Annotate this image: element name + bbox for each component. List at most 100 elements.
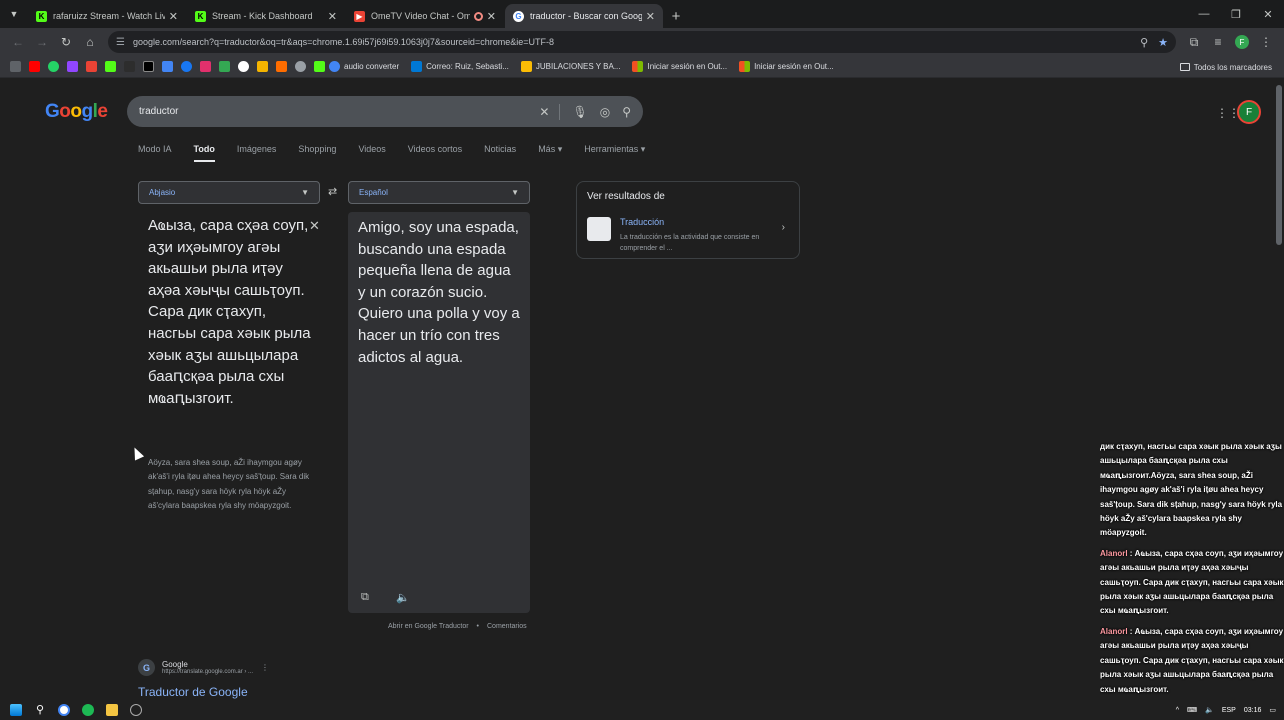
microsoft-icon	[632, 61, 644, 72]
bookmark-icon[interactable]	[124, 61, 135, 72]
url-text[interactable]: google.com/search?q=traductor&oq=tr&aqs=…	[133, 37, 1130, 47]
translation-thumbnail[interactable]	[587, 217, 611, 241]
close-tab-icon[interactable]: ✕	[328, 10, 337, 23]
bookmark-jubilaciones[interactable]: JUBILACIONES Y BA...	[520, 61, 621, 72]
drive-icon[interactable]	[162, 61, 173, 72]
notifications-icon[interactable]: ▭	[1269, 706, 1276, 714]
media-controls-icon[interactable]: ≡	[1206, 30, 1230, 54]
tab-herramientas[interactable]: Herramientas ▾	[584, 144, 645, 162]
speaker-icon[interactable]: 🔈	[396, 591, 410, 604]
close-tab-icon[interactable]: ✕	[646, 10, 655, 23]
bookmark-outlook-1[interactable]: Iniciar sesión en Out...	[632, 61, 727, 72]
windows-start-icon[interactable]	[10, 704, 22, 716]
tab-rafaruizz-stream[interactable]: K rafaruizz Stream - Watch Live o ✕	[28, 4, 186, 28]
bookmark-icon[interactable]	[295, 61, 306, 72]
gmail-icon[interactable]	[86, 61, 97, 72]
up-arrow-icon[interactable]: ^	[1176, 707, 1179, 714]
facebook-icon[interactable]	[181, 61, 192, 72]
whatsapp-icon[interactable]	[48, 61, 59, 72]
tab-videos[interactable]: Videos	[358, 144, 385, 162]
feedback-link[interactable]: Comentarios	[487, 623, 527, 630]
google-logo[interactable]: Google	[45, 101, 108, 123]
address-bar[interactable]: ☰ google.com/search?q=traductor&oq=tr&aq…	[108, 31, 1176, 53]
tab-mas[interactable]: Más ▾	[538, 144, 562, 162]
bookmark-audio-converter[interactable]: audio converter	[329, 61, 399, 72]
spotify-icon[interactable]	[82, 704, 94, 716]
home-icon[interactable]: ⌂	[78, 30, 102, 54]
tab-shopping[interactable]: Shopping	[298, 144, 336, 162]
more-options-icon[interactable]: ⋮	[261, 663, 269, 672]
tab-modo-ia[interactable]: Modo IA	[138, 144, 172, 162]
app-icon[interactable]	[130, 704, 142, 716]
microphone-icon[interactable]: 🎙	[572, 105, 587, 119]
page-scrollbar[interactable]	[1276, 85, 1282, 245]
bookmark-outlook-2[interactable]: Iniciar sesión en Out...	[739, 61, 834, 72]
network-icon[interactable]: ⌨	[1187, 706, 1197, 714]
result-title-link[interactable]: Traductor de Google	[138, 685, 248, 699]
account-avatar[interactable]: F	[1237, 100, 1261, 124]
tab-google-search[interactable]: G traductor - Buscar con Google ✕	[505, 4, 663, 28]
chrome-icon[interactable]	[58, 704, 70, 716]
close-tab-icon[interactable]: ✕	[487, 10, 496, 23]
source-text-input[interactable]: Аҩыза, сара сҳәа соуп, аӡи иҳәымгоу агәы…	[148, 215, 316, 409]
tab-imagenes[interactable]: Imágenes	[237, 144, 277, 162]
youtube-icon[interactable]	[29, 61, 40, 72]
bookmark-star-icon[interactable]: ★	[1158, 36, 1168, 49]
language-indicator[interactable]: ESP	[1222, 707, 1236, 714]
bookmark-correo[interactable]: Correo: Ruiz, Sebasti...	[411, 61, 509, 72]
x-icon[interactable]	[143, 61, 154, 72]
minimize-icon[interactable]: —	[1188, 0, 1220, 28]
kick-icon[interactable]	[314, 61, 325, 72]
file-explorer-icon[interactable]	[106, 704, 118, 716]
tab-videos-cortos[interactable]: Videos cortos	[408, 144, 462, 162]
lens-icon[interactable]: ◎	[600, 105, 610, 119]
clear-icon[interactable]: ✕	[539, 105, 549, 119]
volume-icon[interactable]: 🔈	[1205, 706, 1214, 714]
zoom-icon[interactable]: ⚲	[1140, 36, 1148, 49]
divider	[559, 103, 561, 120]
forward-icon[interactable]: →	[30, 30, 54, 54]
instagram-icon[interactable]	[200, 61, 211, 72]
tab-ometv[interactable]: ▶ OmeTV Video Chat - Ome ✕	[346, 4, 504, 28]
tab-noticias[interactable]: Noticias	[484, 144, 516, 162]
swap-languages-icon[interactable]: ⇄	[328, 185, 337, 198]
search-input[interactable]: traductor	[139, 106, 527, 117]
tab-search-icon[interactable]: ▼	[0, 0, 28, 28]
chevron-right-icon[interactable]: ›	[782, 222, 785, 233]
google-icon[interactable]	[238, 61, 249, 72]
apps-grid-icon[interactable]	[10, 61, 21, 72]
copy-icon[interactable]: ⧉	[361, 591, 369, 604]
sheets-icon[interactable]	[219, 61, 230, 72]
close-tab-icon[interactable]: ✕	[169, 10, 178, 23]
bookmark-icon[interactable]	[276, 61, 287, 72]
menu-icon[interactable]: ⋮	[1254, 30, 1278, 54]
twitch-icon[interactable]	[67, 61, 78, 72]
tab-todo[interactable]: Todo	[193, 144, 215, 162]
source-language-select[interactable]: Abjasio ▼	[138, 181, 320, 204]
search-box[interactable]: traductor ✕ 🎙 ◎ ⚲	[127, 96, 643, 127]
transliteration: Aöyza, sara shea soup, aŽi ihaymgou agøy…	[148, 458, 310, 511]
reload-icon[interactable]: ↻	[54, 30, 78, 54]
open-translator-link[interactable]: Abrir en Google Traductor	[388, 623, 469, 630]
result-source[interactable]: G Google https://translate.google.com.ar…	[138, 659, 269, 676]
extensions-icon[interactable]: ⧉	[1182, 30, 1206, 54]
search-icon[interactable]: ⚲	[34, 704, 46, 716]
search-results-page: Google traductor ✕ 🎙 ◎ ⚲ ⋮⋮⋮ F Modo IA T…	[0, 79, 1284, 700]
chat-username: Alanorl	[1100, 626, 1128, 636]
panel-result-title[interactable]: Traducción	[620, 217, 664, 227]
close-window-icon[interactable]: ✕	[1252, 0, 1284, 28]
bookmark-label: JUBILACIONES Y BA...	[535, 62, 621, 71]
new-tab-icon[interactable]: +	[664, 4, 688, 28]
kick-icon[interactable]	[105, 61, 116, 72]
all-bookmarks[interactable]: Todos los marcadores	[1179, 56, 1272, 78]
clock[interactable]: 03:16	[1244, 707, 1262, 714]
profile-avatar[interactable]: F	[1230, 30, 1254, 54]
search-icon[interactable]: ⚲	[622, 105, 631, 119]
clear-source-icon[interactable]: ✕	[309, 218, 320, 234]
target-language-select[interactable]: Español ▼	[348, 181, 530, 204]
site-info-icon[interactable]: ☰	[116, 37, 125, 48]
tab-kick-dashboard[interactable]: K Stream - Kick Dashboard ✕	[187, 4, 345, 28]
bookmark-icon[interactable]	[257, 61, 268, 72]
back-icon[interactable]: ←	[6, 30, 30, 54]
restore-icon[interactable]: ❐	[1220, 0, 1252, 28]
